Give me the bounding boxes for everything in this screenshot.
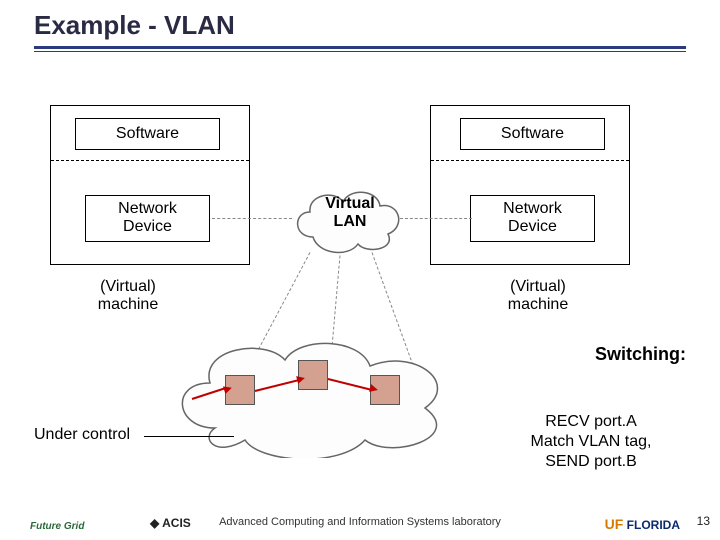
switching-body: RECV port.A Match VLAN tag, SEND port.B (496, 412, 686, 472)
left-network-device-box: Network Device (85, 195, 210, 242)
future-grid-logo: Future Grid (30, 521, 84, 532)
left-software-box: Software (75, 118, 220, 150)
under-control-label: Under control (34, 426, 130, 444)
vlan-cloud-label: Virtual LAN (300, 195, 400, 232)
page-number: 13 (697, 514, 710, 528)
divider (51, 160, 249, 161)
left-machine-caption: (Virtual) machine (68, 278, 188, 315)
uf-name: FLORIDA (627, 518, 680, 532)
slide-title: Example - VLAN (34, 10, 235, 41)
title-underline-thin (34, 51, 686, 52)
uf-mark: UF (605, 516, 624, 532)
connector-left-nd-to-vlan (212, 218, 292, 219)
divider (431, 160, 629, 161)
right-machine-caption: (Virtual) machine (478, 278, 598, 315)
right-software-box: Software (460, 118, 605, 150)
uf-logo: UF FLORIDA (605, 516, 680, 532)
switching-heading: Switching: (595, 344, 686, 365)
acis-logo: ◆ ACIS (150, 516, 191, 530)
connector-right-nd-to-vlan (400, 218, 472, 219)
under-control-pointer (144, 436, 234, 437)
acis-logo-text: ACIS (162, 516, 191, 530)
right-network-device-box: Network Device (470, 195, 595, 242)
title-underline (34, 46, 686, 49)
